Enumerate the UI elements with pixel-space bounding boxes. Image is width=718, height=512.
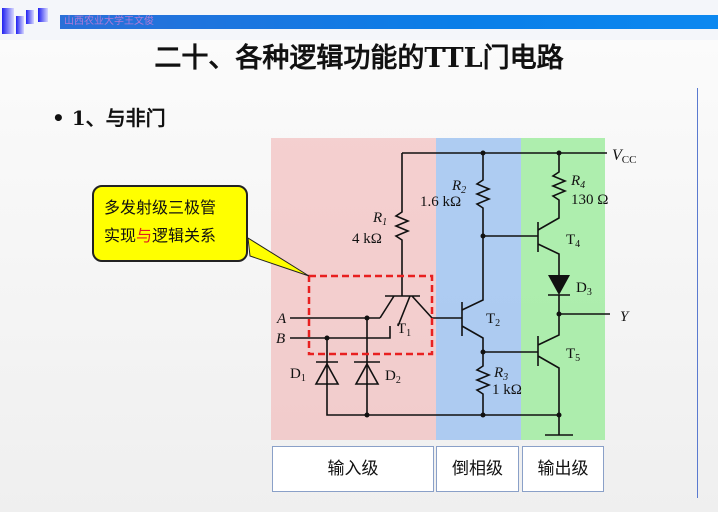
callout-pointer bbox=[247, 237, 310, 277]
r3-value: 1 kΩ bbox=[492, 382, 522, 398]
stage-label-output: 输出级 bbox=[522, 446, 604, 492]
t5-label: T5 bbox=[566, 346, 580, 364]
t4-label: T4 bbox=[566, 232, 580, 250]
d3-label: D3 bbox=[576, 280, 592, 298]
d1-label: D1 bbox=[290, 366, 306, 384]
callout-note: 多发射级三极管 实现与逻辑关系 bbox=[92, 185, 248, 262]
r1-label: R1 bbox=[372, 210, 387, 228]
diode-d3-symbol bbox=[548, 275, 570, 295]
t2-label: T2 bbox=[486, 311, 500, 329]
r1-value: 4 kΩ bbox=[352, 231, 382, 247]
r4-label: R4 bbox=[570, 173, 585, 191]
callout-line-1: 多发射级三极管 bbox=[104, 198, 217, 217]
stage-label-input: 输入级 bbox=[272, 446, 434, 492]
r4-value: 130 Ω bbox=[571, 192, 608, 208]
input-b-label: B bbox=[276, 331, 285, 347]
input-a-label: A bbox=[276, 311, 287, 327]
vcc-label: VCC bbox=[612, 147, 636, 166]
r2-value: 1.6 kΩ bbox=[420, 194, 461, 210]
d2-label: D2 bbox=[385, 368, 401, 386]
output-y-label: Y bbox=[620, 309, 630, 325]
callout-line-2: 实现与逻辑关系 bbox=[104, 226, 217, 245]
stage-label-inverter: 倒相级 bbox=[436, 446, 519, 492]
t1-label: T1 bbox=[397, 321, 411, 339]
r3-label: R3 bbox=[493, 365, 508, 383]
